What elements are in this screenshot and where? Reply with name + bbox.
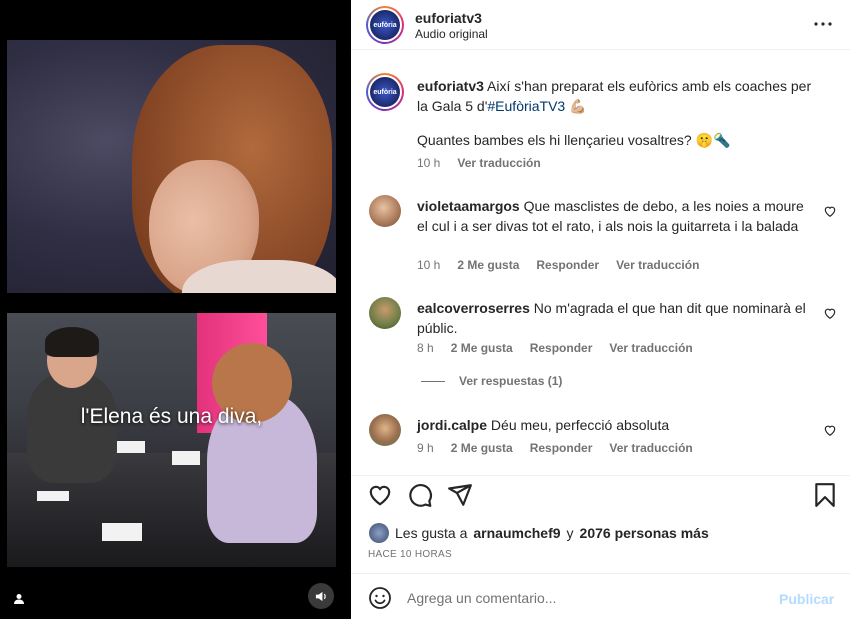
translate-button[interactable]: Ver traducción [616,258,699,272]
comment-text: jordi.calpe Déu meu, perfecció absoluta [417,415,812,435]
reply-button[interactable]: Responder [530,441,593,455]
author-username[interactable]: euforiatv3 [415,10,482,26]
replies-divider [421,380,445,382]
reply-button[interactable]: Responder [536,258,599,272]
speaker-icon[interactable] [308,583,334,609]
likes-summary: Les gusta a arnaumchef9 y 2076 personas … [369,523,709,543]
comment-text: violetaamargos Que masclistes de debo, a… [417,196,812,236]
caption-translate[interactable]: Ver traducción [457,156,540,170]
caption-avatar[interactable]: eufòria [366,73,404,111]
video-subtitle: l'Elena és una diva, [80,405,263,428]
paper [172,451,200,465]
reply-button[interactable]: Responder [530,341,593,355]
like-comment-icon[interactable] [823,204,837,218]
commenter-avatar[interactable] [369,297,401,329]
video-frame-top [7,40,336,293]
caption-time[interactable]: 10 h [417,156,440,170]
translate-button[interactable]: Ver traducción [609,441,692,455]
comment-likes[interactable]: 2 Me gusta [451,441,513,455]
audio-label[interactable]: Audio original [415,27,488,41]
like-comment-icon[interactable] [823,423,837,437]
comment-likes[interactable]: 2 Me gusta [451,341,513,355]
share-icon[interactable] [447,482,473,508]
author-avatar[interactable]: eufòria [366,6,404,44]
post-time[interactable]: HACE 10 HORAS [368,549,452,560]
likes-user[interactable]: arnaumchef9 [473,525,560,541]
comment-meta: 8 h 2 Me gusta Responder Ver traducción [417,341,693,355]
post-actions: Les gusta a arnaumchef9 y 2076 personas … [351,475,850,573]
heart-icon[interactable] [367,482,393,508]
avatar-logo-text: eufòria [370,77,400,107]
more-icon[interactable] [811,12,835,36]
comment-body: Déu meu, perfecció absoluta [490,417,670,433]
caption-text: euforiatv3 Així s'han preparat els eufòr… [417,76,812,116]
caption-question: Quantes bambes els hi llençarieu vosaltr… [417,132,731,148]
comment-time[interactable]: 8 h [417,341,434,355]
comment-time[interactable]: 9 h [417,441,434,455]
paper [102,523,142,541]
liker-avatar[interactable] [369,523,389,543]
likes-and: y [566,525,574,541]
caption-emoji: 💪🏼 [569,98,587,114]
emoji-icon[interactable] [368,586,392,610]
paper [115,441,145,453]
like-comment-icon[interactable] [823,306,837,320]
caption-hashtag[interactable]: #EufòriaTV3 [487,98,565,114]
comment-likes[interactable]: 2 Me gusta [457,258,519,272]
translate-button[interactable]: Ver traducción [609,341,692,355]
avatar-logo-text: eufòria [370,10,400,40]
video-frame-bottom: l'Elena és una diva, [7,313,336,567]
post-panel: eufòria euforiatv3 Audio original eufòri… [351,0,850,619]
comment-username[interactable]: ealcoverroserres [417,300,530,316]
comment-username[interactable]: jordi.calpe [417,417,487,433]
comment-meta: 9 h 2 Me gusta Responder Ver traducción [417,441,693,455]
media-viewer[interactable]: l'Elena és una diva, [0,0,351,619]
caption-meta: 10 h Ver traducción [417,156,541,170]
comment-input[interactable] [407,584,767,612]
comment-time[interactable]: 10 h [417,258,440,272]
post-header: eufòria euforiatv3 Audio original [351,0,850,50]
commenter-avatar[interactable] [369,195,401,227]
likes-prefix: Les gusta a [395,525,468,541]
view-replies-label[interactable]: Ver respuestas (1) [459,374,562,388]
bookmark-icon[interactable] [812,482,838,508]
comment-meta: 10 h 2 Me gusta Responder Ver traducción [417,258,699,272]
view-replies-button[interactable]: Ver respuestas (1) [421,374,562,388]
comment-text: ealcoverroserres No m'agrada el que han … [417,298,812,338]
likes-count[interactable]: 2076 personas más [580,525,709,541]
add-comment-bar: Publicar [351,573,850,619]
paper [37,491,69,501]
post-button[interactable]: Publicar [779,591,834,607]
comment-icon[interactable] [407,482,433,508]
user-icon[interactable] [6,586,32,612]
comments-list[interactable]: eufòria euforiatv3 Així s'han preparat e… [351,51,850,475]
person-seated-hair [45,327,99,357]
commenter-avatar[interactable] [369,414,401,446]
comment-username[interactable]: violetaamargos [417,198,520,214]
caption-username[interactable]: euforiatv3 [417,78,484,94]
